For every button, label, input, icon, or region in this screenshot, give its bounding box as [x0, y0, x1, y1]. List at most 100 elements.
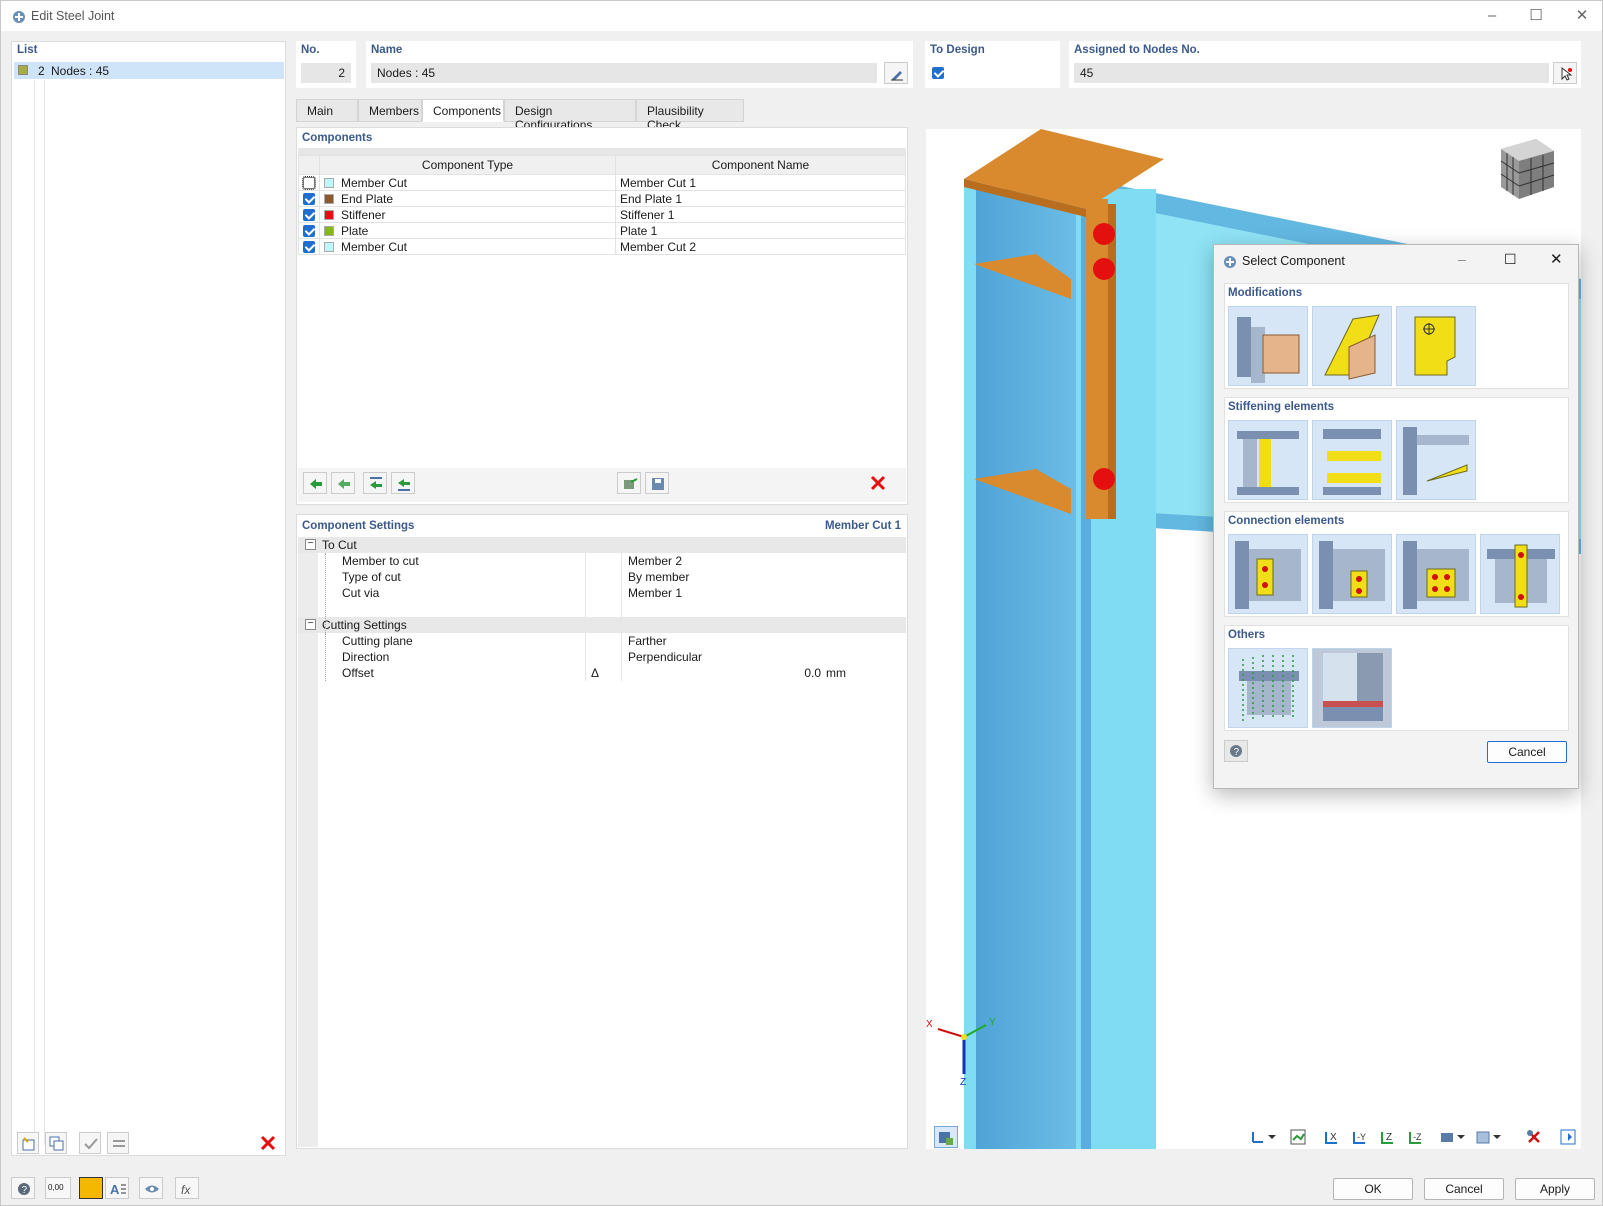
move-down-icon[interactable] [331, 472, 355, 494]
table-top-strip [298, 148, 906, 155]
move-up-icon[interactable] [303, 472, 327, 494]
reset-view-icon[interactable] [1523, 1126, 1547, 1148]
copy-item-button[interactable] [45, 1132, 67, 1154]
row-checkbox[interactable] [302, 176, 316, 191]
tab-members[interactable]: Members [358, 99, 422, 122]
edit-name-button[interactable] [884, 62, 908, 84]
dialog-cancel-button[interactable]: Cancel [1487, 741, 1567, 763]
table-row[interactable]: Member Cut Member Cut 2 [298, 238, 906, 255]
component-name[interactable]: Stiffener 1 [615, 206, 906, 223]
axis-x-label: X [926, 1019, 933, 1030]
component-thumbnail-plate[interactable] [1312, 306, 1392, 386]
row-checkbox[interactable] [303, 193, 315, 206]
setting-value[interactable]: Perpendicular [628, 649, 702, 665]
group-header-cutting-settings[interactable]: − Cutting Settings [298, 617, 906, 633]
setting-value[interactable]: Member 1 [628, 585, 682, 601]
name-field[interactable]: Nodes : 45 [371, 63, 877, 83]
axes-dropdown-icon[interactable] [1248, 1126, 1276, 1148]
apply-button[interactable]: Apply [1515, 1178, 1595, 1200]
tab-design-configurations[interactable]: Design Configurations [504, 99, 636, 132]
setting-value[interactable]: By member [628, 569, 689, 585]
window-title: Edit Steel Joint [31, 9, 115, 23]
collapse-icon[interactable]: − [305, 539, 316, 550]
setting-value[interactable]: 0.0 [785, 665, 821, 681]
component-thumbnail-end-plate[interactable] [1228, 306, 1308, 386]
list-item-number: 2 [38, 64, 45, 78]
number-format-icon[interactable]: 0,00 [45, 1177, 71, 1199]
edit-steel-joint-window: Edit Steel Joint – ☐ ✕ List 2 Nodes : 45… [0, 0, 1603, 1206]
component-thumbnail-member-cut[interactable] [1312, 648, 1392, 728]
assigned-nodes-field[interactable]: 45 [1074, 63, 1549, 83]
view-minus-y-icon[interactable]: -Y [1349, 1126, 1373, 1148]
component-type: Member Cut [341, 239, 408, 254]
move-top-icon[interactable] [363, 472, 387, 494]
component-name[interactable]: Member Cut 2 [615, 238, 906, 255]
view-minus-z-icon[interactable]: -Z [1405, 1126, 1429, 1148]
dialog-help-icon[interactable]: ? [1224, 740, 1248, 762]
view-icon[interactable] [139, 1177, 163, 1199]
close-icon[interactable]: ✕ [1567, 5, 1597, 27]
delete-item-icon[interactable] [257, 1132, 279, 1154]
component-name[interactable]: End Plate 1 [615, 190, 906, 207]
component-name[interactable]: Member Cut 1 [615, 174, 906, 191]
view-x-icon[interactable]: X [1321, 1126, 1345, 1148]
to-design-checkbox[interactable] [932, 67, 944, 79]
component-thumbnail-haunch[interactable] [1396, 420, 1476, 500]
view-settings-icon[interactable] [1287, 1126, 1311, 1148]
function-icon[interactable]: fx [175, 1177, 199, 1199]
ok-button[interactable]: OK [1333, 1178, 1413, 1200]
row-checkbox[interactable] [303, 241, 315, 254]
display-settings-icon[interactable] [934, 1126, 958, 1148]
color-icon[interactable] [79, 1177, 103, 1199]
maximize-icon[interactable]: ☐ [1521, 5, 1551, 27]
component-thumbnail-stiffener[interactable] [1228, 420, 1308, 500]
minimize-icon[interactable]: – [1477, 5, 1507, 27]
current-component-name: Member Cut 1 [824, 520, 901, 532]
move-bottom-icon[interactable] [391, 472, 415, 494]
dialog-maximize-icon[interactable]: ☐ [1504, 251, 1517, 268]
delete-component-icon[interactable] [867, 472, 889, 494]
view-cube[interactable] [1500, 139, 1555, 199]
panel-toggle-icon[interactable] [1557, 1126, 1581, 1148]
no-field[interactable]: 2 [301, 63, 351, 83]
component-thumbnail-cleat[interactable] [1312, 534, 1392, 614]
components-panel: Components Component Type Component Name… [296, 127, 908, 505]
view-z-icon[interactable]: Z [1377, 1126, 1401, 1148]
component-thumbnail-cut-plate[interactable] [1396, 306, 1476, 386]
component-thumbnail-bolted-plate[interactable] [1396, 534, 1476, 614]
table-row[interactable]: Member Cut Member Cut 1 [298, 174, 906, 191]
uncheck-items-button[interactable] [107, 1132, 129, 1154]
row-checkbox[interactable] [303, 209, 315, 222]
cancel-button[interactable]: Cancel [1424, 1178, 1504, 1200]
collapse-icon[interactable]: − [305, 619, 316, 630]
svg-text:A: A [110, 1182, 120, 1197]
dialog-minimize-icon[interactable]: – [1458, 251, 1466, 267]
render-mode-icon[interactable] [1437, 1126, 1465, 1148]
setting-value[interactable]: Farther [628, 633, 667, 649]
new-item-button[interactable] [17, 1132, 39, 1154]
table-row[interactable]: Stiffener Stiffener 1 [298, 206, 906, 223]
table-row[interactable]: Plate Plate 1 [298, 222, 906, 239]
pick-nodes-button[interactable] [1553, 62, 1577, 84]
check-items-button[interactable] [79, 1132, 101, 1154]
component-name[interactable]: Plate 1 [615, 222, 906, 239]
tab-plausibility-check[interactable]: Plausibility Check [636, 99, 744, 132]
table-row[interactable]: End Plate End Plate 1 [298, 190, 906, 207]
dialog-close-icon[interactable]: ✕ [1550, 250, 1563, 268]
list-item[interactable]: 2 Nodes : 45 [14, 62, 284, 79]
component-thumbnail-fin-plate[interactable] [1228, 534, 1308, 614]
group-header-to-cut[interactable]: − To Cut [298, 537, 906, 553]
title-bar: Edit Steel Joint – ☐ ✕ [1, 1, 1602, 31]
tab-components[interactable]: Components [422, 99, 504, 122]
setting-value[interactable]: Member 2 [628, 553, 682, 569]
row-checkbox[interactable] [303, 225, 315, 238]
text-style-icon[interactable]: A [105, 1177, 129, 1199]
component-thumbnail-splice[interactable] [1480, 534, 1560, 614]
tab-main[interactable]: Main [296, 99, 358, 122]
component-thumbnail-weld-grid[interactable] [1228, 648, 1308, 728]
component-thumbnail-flange-stiffener[interactable] [1312, 420, 1392, 500]
transparency-icon[interactable] [1473, 1126, 1501, 1148]
import-component-icon[interactable] [617, 472, 641, 494]
help-icon[interactable]: ? [11, 1177, 35, 1199]
save-component-icon[interactable] [645, 472, 669, 494]
